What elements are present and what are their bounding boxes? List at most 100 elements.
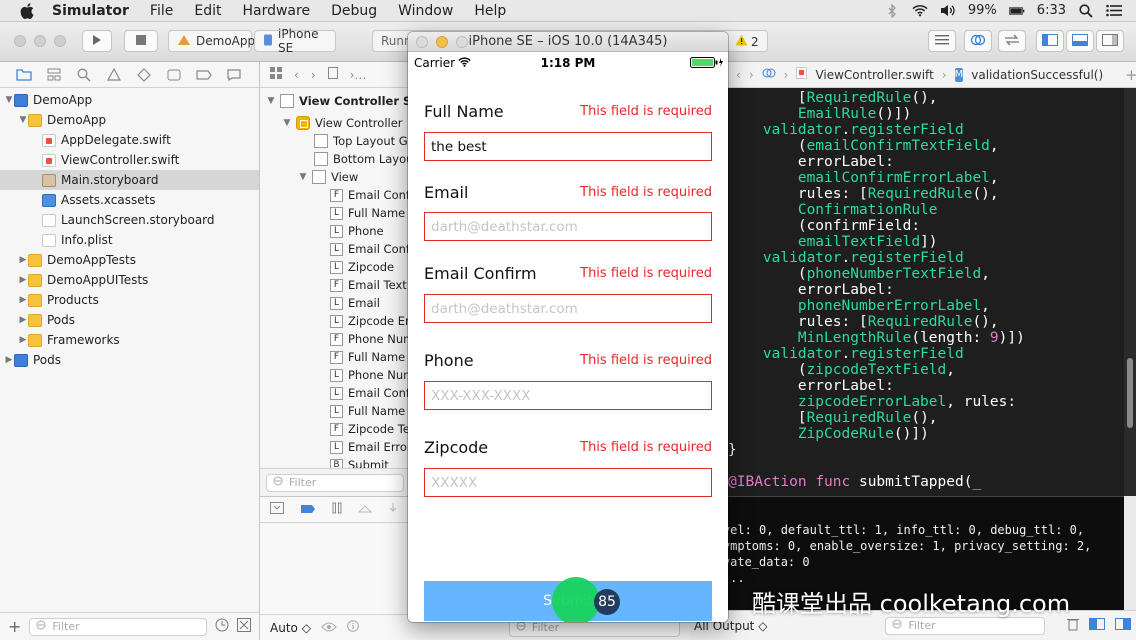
folder-tab-icon[interactable] (16, 67, 32, 83)
find-tab-icon[interactable] (76, 67, 92, 83)
outline-item[interactable]: F Full Name Text Field (330, 348, 409, 366)
sim-close-button[interactable] (416, 36, 428, 48)
disclosure-open-icon[interactable]: ▼ (282, 118, 292, 128)
tree-item-pods-project[interactable]: ▶ Pods (0, 350, 259, 370)
text-field[interactable]: XXX-XXX-XXXX (424, 381, 712, 410)
tree-item-main-storyboard[interactable]: Main.storyboard (0, 170, 259, 190)
breadcrumb-ellipsis[interactable]: ›… (350, 68, 367, 82)
outline-filter-input[interactable]: Filter (266, 473, 404, 492)
pause-icon[interactable] (332, 502, 342, 517)
text-field[interactable]: darth@deathstar.com (424, 212, 712, 241)
breakpoint-tab-icon[interactable] (196, 67, 212, 83)
spotlight-search-icon[interactable] (1078, 3, 1094, 18)
toggle-debug-area-button[interactable] (1066, 30, 1094, 52)
menu-edit[interactable]: Edit (194, 3, 221, 19)
run-button[interactable] (82, 30, 112, 52)
navigator-filter-input[interactable]: Filter (29, 617, 207, 636)
menu-help[interactable]: Help (474, 3, 506, 19)
editor-scrollbar[interactable] (1124, 88, 1136, 496)
standard-editor-button[interactable] (928, 30, 956, 52)
forward-arrow-icon[interactable]: › (311, 68, 316, 82)
menu-window[interactable]: Window (398, 3, 453, 19)
scrollbar-thumb[interactable] (1127, 358, 1133, 428)
hide-debug-icon[interactable] (270, 502, 284, 517)
device-selector[interactable]: iPhone SE (254, 27, 336, 55)
simulator-title-bar[interactable]: iPhone SE – iOS 10.0 (14A345) (408, 32, 728, 52)
outline-item[interactable]: L Full Name Error Label (330, 402, 409, 420)
outline-item[interactable]: F Zipcode Text Field (330, 420, 409, 438)
tree-item-frameworks[interactable]: ▶ Frameworks (0, 330, 259, 350)
disclosure-closed-icon[interactable]: ▶ (18, 335, 28, 345)
grid-icon[interactable] (270, 67, 282, 82)
auto-scope-selector[interactable]: Auto ◇ (270, 621, 311, 635)
simulator-window[interactable]: iPhone SE – iOS 10.0 (14A345) Carrier 1:… (408, 32, 728, 622)
text-field[interactable]: XXXXX (424, 468, 712, 497)
outline-item[interactable]: L Phone Number Error Label (330, 366, 409, 384)
outline-item[interactable]: L Full Name (330, 204, 405, 222)
eye-icon[interactable] (321, 621, 337, 635)
outline-scene[interactable]: ▼ View Controller Scene (266, 92, 409, 110)
tree-item-appdelegate[interactable]: AppDelegate.swift (0, 130, 259, 150)
breadcrumb-method[interactable]: validationSuccessful() (971, 68, 1103, 82)
apple-menu-icon[interactable] (18, 2, 36, 20)
outline-view[interactable]: ▼ View (298, 168, 358, 186)
text-field[interactable]: darth@deathstar.com (424, 294, 712, 323)
tree-item-launchscreen[interactable]: LaunchScreen.storyboard (0, 210, 259, 230)
disclosure-open-icon[interactable]: ▼ (298, 172, 308, 182)
outline-item[interactable]: L Zipcode (330, 258, 394, 276)
volume-icon[interactable] (940, 4, 956, 18)
split-view-right-icon[interactable] (1115, 618, 1132, 633)
forward-arrow-icon[interactable]: › (749, 68, 754, 82)
sim-zoom-button[interactable] (456, 36, 468, 48)
outline-item[interactable]: L Zipcode Error Label (330, 312, 409, 330)
menu-debug[interactable]: Debug (331, 3, 377, 19)
back-arrow-icon[interactable]: ‹ (294, 68, 299, 82)
menu-app-name[interactable]: Simulator (52, 3, 129, 19)
test-tab-icon[interactable] (136, 67, 152, 83)
disclosure-closed-icon[interactable]: ▶ (18, 295, 28, 305)
outline-item[interactable]: F Phone Number Text Field (330, 330, 409, 348)
tree-item-viewcontroller[interactable]: ViewController.swift (0, 150, 259, 170)
trash-icon[interactable] (1067, 617, 1080, 634)
recent-files-icon[interactable] (215, 618, 229, 635)
scm-filter-icon[interactable] (237, 618, 251, 635)
window-minimize-button[interactable] (34, 35, 46, 47)
disclosure-open-icon[interactable]: ▼ (266, 96, 276, 106)
outline-top-layout-guide[interactable]: Top Layout Guide (314, 132, 409, 150)
clock[interactable]: 6:33 (1037, 3, 1066, 18)
breadcrumb-file[interactable]: ViewController.swift (815, 68, 933, 82)
menu-file[interactable]: File (150, 3, 173, 19)
notification-center-icon[interactable] (1106, 4, 1122, 18)
step-over-icon[interactable] (357, 503, 373, 517)
outline-item[interactable]: L Email Confirm (330, 240, 409, 258)
add-icon[interactable]: + (8, 617, 21, 636)
stop-button[interactable] (124, 30, 158, 52)
warning-count[interactable]: 2 (735, 34, 759, 49)
sim-minimize-button[interactable] (436, 36, 448, 48)
toggle-utilities-button[interactable] (1096, 30, 1124, 52)
tree-item-products[interactable]: ▶ Products (0, 290, 259, 310)
related-items-icon[interactable] (762, 67, 776, 82)
disclosure-closed-icon[interactable]: ▶ (18, 275, 28, 285)
split-view-left-icon[interactable] (1089, 618, 1106, 633)
ios-screen[interactable]: Carrier 1:18 PM Full Name This field is r… (408, 52, 728, 622)
assistant-editor-button[interactable] (964, 30, 992, 52)
report-tab-icon[interactable] (226, 67, 242, 83)
info-icon[interactable] (347, 620, 359, 635)
bluetooth-icon[interactable] (884, 3, 900, 18)
outline-item[interactable]: L Email (330, 294, 380, 312)
version-editor-button[interactable] (998, 30, 1026, 52)
disclosure-closed-icon[interactable]: ▶ (18, 255, 28, 265)
battery-icon[interactable] (1008, 4, 1025, 18)
outline-bottom-layout-guide[interactable]: Bottom Layout Guide (314, 150, 409, 168)
tree-item-demoappuitests[interactable]: ▶ DemoAppUITests (0, 270, 259, 290)
outline-item[interactable]: L Email Error Label (330, 438, 409, 456)
toggle-navigator-button[interactable] (1036, 30, 1064, 52)
disclosure-open-icon[interactable]: ▼ (4, 95, 14, 105)
window-zoom-button[interactable] (54, 35, 66, 47)
tree-item-infoplist[interactable]: Info.plist (0, 230, 259, 250)
file-icon[interactable] (327, 67, 338, 82)
outline-item[interactable]: F Email Text Field (330, 276, 409, 294)
debug-tab-icon[interactable] (166, 67, 182, 83)
tree-item-assets[interactable]: Assets.xcassets (0, 190, 259, 210)
